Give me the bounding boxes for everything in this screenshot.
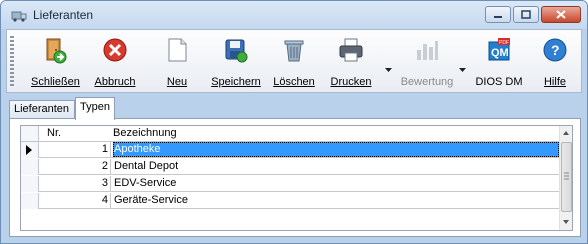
new-button[interactable]: Neu [157, 32, 197, 92]
minimize-icon [494, 15, 502, 18]
cell-nr: 1 [39, 142, 111, 158]
row-selector[interactable] [21, 176, 39, 192]
maximize-icon [521, 10, 531, 19]
trash-icon [284, 40, 304, 62]
rating-dropdown-arrow-icon[interactable] [459, 68, 466, 72]
delete-button[interactable]: Löschen [271, 32, 317, 92]
window-title: Lieferanten [33, 8, 94, 22]
maximize-button[interactable] [513, 6, 539, 23]
row-selector[interactable] [21, 159, 39, 175]
help-button[interactable]: ? Hilfe [537, 32, 573, 92]
table-row[interactable]: 4 Geräte-Service [39, 193, 561, 209]
printer-icon [339, 38, 363, 62]
cell-bezeichnung[interactable]: EDV-Service [113, 176, 559, 191]
table-row[interactable]: 3 EDV-Service [39, 176, 561, 192]
print-label: Drucken [330, 76, 372, 88]
cancel-label: Abbruch [94, 76, 136, 88]
cancel-button[interactable]: Abbruch [93, 32, 137, 92]
save-label: Speichern [211, 76, 261, 88]
thumb-grip-icon [564, 172, 569, 180]
help-icon: ? [543, 38, 567, 62]
row-selector[interactable] [21, 193, 39, 209]
close-button[interactable] [541, 6, 581, 23]
cell-bezeichnung[interactable]: Geräte-Service [113, 193, 559, 208]
current-row-marker-icon [26, 145, 32, 155]
cell-bezeichnung[interactable]: Apotheke [113, 142, 559, 157]
delete-label: Löschen [273, 76, 315, 88]
scrollbar-thumb[interactable] [561, 142, 572, 212]
minimize-button[interactable] [485, 6, 511, 23]
tab-panel-typen: Nr. Bezeichnung 1 Apotheke 2 Dental Depo… [9, 118, 581, 237]
header-row-selector [21, 126, 39, 141]
rating-icon [417, 41, 438, 60]
tab-lieferanten[interactable]: Lieferanten [9, 100, 75, 119]
print-button[interactable]: Drucken [327, 32, 375, 92]
exit-door-icon [46, 38, 67, 64]
save-button[interactable]: Speichern [209, 32, 263, 92]
new-document-icon [168, 38, 187, 62]
save-icon [225, 39, 248, 63]
vertical-scrollbar[interactable] [559, 126, 572, 230]
cell-nr: 4 [39, 193, 111, 209]
cell-nr: 3 [39, 176, 111, 192]
grid-header: Nr. Bezeichnung [21, 126, 561, 142]
supplier-app-icon [11, 11, 27, 22]
rating-button[interactable]: Bewertung [397, 32, 457, 92]
tab-typen-label: Typen [80, 101, 110, 113]
cell-bezeichnung[interactable]: Dental Depot [113, 159, 559, 174]
types-grid: Nr. Bezeichnung 1 Apotheke 2 Dental Depo… [20, 125, 573, 231]
scroll-up-arrow-icon[interactable] [563, 131, 569, 135]
rating-label: Bewertung [400, 76, 454, 88]
toolbar-grip[interactable] [10, 36, 14, 88]
cancel-icon [103, 38, 127, 62]
dios-dm-button[interactable]: QM PDF DIOS DM [471, 32, 527, 92]
print-dropdown-arrow-icon[interactable] [385, 68, 392, 72]
qm-pdf-icon: QM PDF [488, 38, 510, 61]
dios-dm-label: DIOS DM [475, 76, 523, 88]
column-header-bezeichnung[interactable]: Bezeichnung [113, 127, 177, 139]
tab-typen[interactable]: Typen [75, 97, 115, 120]
scroll-down-arrow-icon[interactable] [563, 220, 569, 224]
svg-text:PDF: PDF [499, 40, 509, 46]
cell-nr: 2 [39, 159, 111, 175]
new-label: Neu [166, 76, 188, 88]
row-selector[interactable] [21, 142, 39, 158]
close-window-button[interactable]: Schließen [31, 32, 80, 92]
close-icon [556, 10, 566, 19]
help-label: Hilfe [543, 76, 566, 88]
svg-text:?: ? [551, 42, 560, 58]
close-window-label: Schließen [31, 76, 80, 88]
window: Lieferanten Schließen Abbruch Neu Speich… [0, 0, 588, 244]
toolbar: Schließen Abbruch Neu Speichern Löschen … [6, 29, 582, 93]
tab-lieferanten-label: Lieferanten [14, 103, 70, 115]
table-row[interactable]: 2 Dental Depot [39, 159, 561, 175]
column-header-nr[interactable]: Nr. [47, 127, 61, 139]
svg-text:QM: QM [491, 47, 509, 59]
table-row[interactable]: 1 Apotheke [39, 142, 561, 158]
title-bar[interactable]: Lieferanten [1, 1, 587, 29]
